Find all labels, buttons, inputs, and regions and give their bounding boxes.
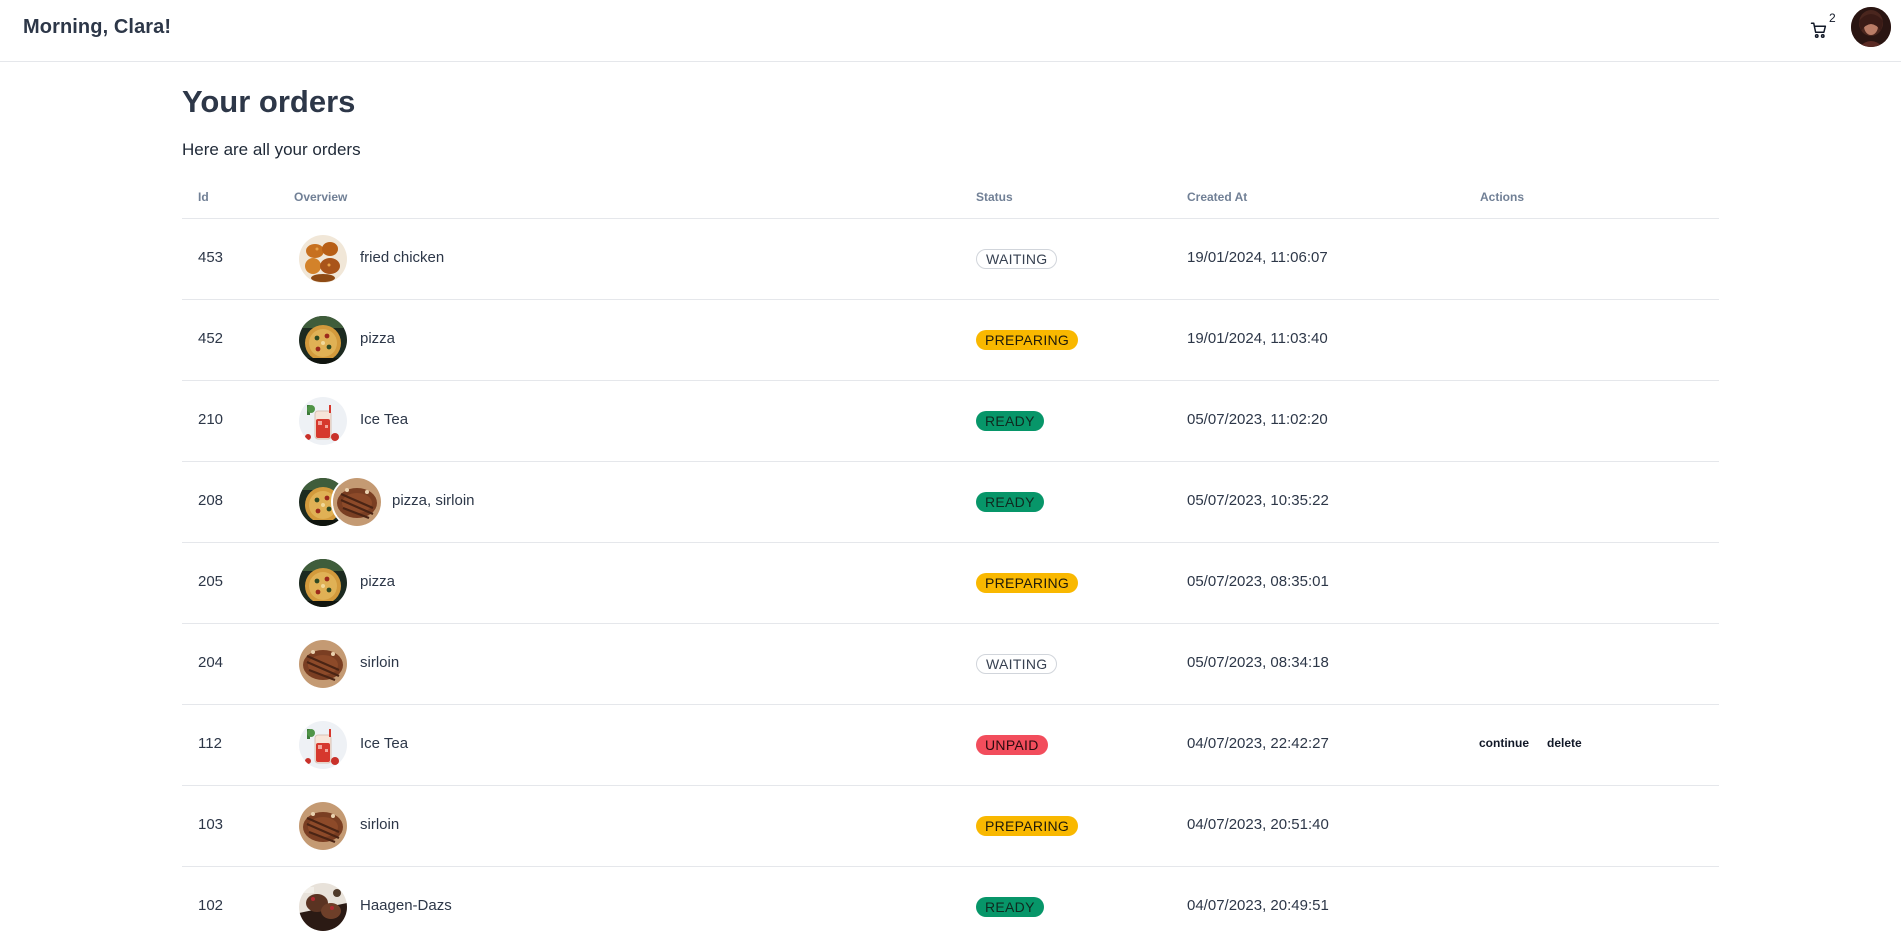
order-row[interactable]: 208 pizza, sirloin READY 05/07/2023, 10:35:… bbox=[182, 462, 1719, 543]
order-thumbnails bbox=[297, 395, 349, 447]
status-badge: PREPARING bbox=[976, 816, 1079, 836]
status-badge: READY bbox=[976, 492, 1044, 512]
status-badge: WAITING bbox=[976, 249, 1058, 269]
order-row[interactable]: 453 fried chicken WAITING 19/01/2024, 11:06… bbox=[182, 219, 1719, 300]
status-badge: PREPARING bbox=[976, 573, 1079, 593]
status-badge: READY bbox=[976, 411, 1044, 431]
order-row[interactable]: 204 sirloin WAITING 05/07/2023, 08:34:18 bbox=[182, 624, 1719, 705]
table-body: 453 fried chicken WAITING 19/01/2024, 11:06… bbox=[182, 219, 1719, 934]
top-navbar: Morning, Clara! 2 bbox=[0, 0, 1901, 62]
order-thumbnails bbox=[297, 638, 349, 690]
order-items: sirloin bbox=[360, 654, 400, 671]
order-thumbnails bbox=[297, 314, 349, 366]
created-at: 04/07/2023, 20:49:51 bbox=[1187, 897, 1329, 914]
created-at: 04/07/2023, 20:51:40 bbox=[1187, 816, 1329, 833]
order-items: pizza, sirloin bbox=[392, 492, 475, 509]
table-header: Id Overview Status Created At Actions bbox=[182, 180, 1719, 219]
order-thumbnails bbox=[297, 881, 349, 933]
user-avatar[interactable] bbox=[1851, 7, 1891, 47]
order-row[interactable]: 452 pizza PREPARING 19/01/2024, 11:03:40 bbox=[182, 300, 1719, 381]
status-badge: UNPAID bbox=[976, 735, 1048, 755]
orders-table: Id Overview Status Created At Actions 45… bbox=[182, 180, 1719, 934]
cart-button[interactable]: 2 bbox=[1808, 11, 1836, 43]
order-items: sirloin bbox=[360, 816, 400, 833]
column-header-created-at: Created At bbox=[1187, 190, 1248, 204]
cart-icon bbox=[1810, 22, 1827, 38]
column-header-actions: Actions bbox=[1480, 190, 1525, 204]
sirloin-thumbnail bbox=[331, 476, 383, 528]
order-id: 453 bbox=[198, 249, 224, 266]
row-actions: continue delete bbox=[1479, 736, 1582, 750]
created-at: 05/07/2023, 11:02:20 bbox=[1187, 411, 1328, 428]
cart-count-badge: 2 bbox=[1829, 11, 1836, 25]
icetea-thumbnail bbox=[297, 395, 349, 447]
order-row[interactable]: 205 pizza PREPARING 05/07/2023, 08:35:01 bbox=[182, 543, 1719, 624]
avatar-image bbox=[1851, 7, 1891, 47]
order-thumbnails bbox=[297, 800, 349, 852]
order-row[interactable]: 102 Haagen-Dazs READY 04/07/2023, 20:49:51 bbox=[182, 867, 1719, 934]
chicken-thumbnail bbox=[297, 233, 349, 285]
pizza-thumbnail bbox=[297, 557, 349, 609]
order-items: pizza bbox=[360, 330, 396, 347]
sirloin-thumbnail bbox=[297, 800, 349, 852]
created-at: 05/07/2023, 10:35:22 bbox=[1187, 492, 1329, 509]
order-row[interactable]: 103 sirloin PREPARING 04/07/2023, 20:51:40 bbox=[182, 786, 1719, 867]
order-items: Haagen-Dazs bbox=[360, 897, 452, 914]
pizza-thumbnail bbox=[297, 314, 349, 366]
order-id: 210 bbox=[198, 411, 224, 428]
created-at: 19/01/2024, 11:03:40 bbox=[1187, 330, 1328, 347]
greeting-title: Morning, Clara! bbox=[23, 16, 172, 38]
order-thumbnails bbox=[297, 557, 349, 609]
column-header-id: Id bbox=[198, 190, 209, 204]
order-id: 205 bbox=[198, 573, 224, 590]
continue-button[interactable]: continue bbox=[1479, 736, 1529, 750]
order-row[interactable]: 210 Ice Tea READY 05/07/2023, 11:02:20 bbox=[182, 381, 1719, 462]
order-thumbnails bbox=[297, 719, 349, 771]
order-items: fried chicken bbox=[360, 249, 445, 266]
status-badge: WAITING bbox=[976, 654, 1058, 674]
icetea-thumbnail bbox=[297, 719, 349, 771]
haagendazs-thumbnail bbox=[297, 881, 349, 933]
column-header-status: Status bbox=[976, 190, 1013, 204]
order-id: 112 bbox=[198, 735, 222, 752]
page-title: Your orders bbox=[182, 84, 356, 119]
created-at: 05/07/2023, 08:34:18 bbox=[1187, 654, 1329, 671]
order-thumbnails bbox=[297, 233, 349, 285]
order-id: 208 bbox=[198, 492, 224, 509]
order-items: Ice Tea bbox=[360, 735, 409, 752]
created-at: 04/07/2023, 22:42:27 bbox=[1187, 735, 1329, 752]
created-at: 19/01/2024, 11:06:07 bbox=[1187, 249, 1328, 266]
column-header-overview: Overview bbox=[294, 190, 348, 204]
status-badge: READY bbox=[976, 897, 1044, 917]
order-id: 102 bbox=[198, 897, 224, 914]
page-subtitle: Here are all your orders bbox=[182, 140, 361, 159]
status-badge: PREPARING bbox=[976, 330, 1079, 350]
order-items: pizza bbox=[360, 573, 396, 590]
delete-button[interactable]: delete bbox=[1547, 736, 1582, 750]
order-row[interactable]: 112 Ice Tea UNPAID 04/07/2023, 22:42:27 cont… bbox=[182, 705, 1719, 786]
sirloin-thumbnail bbox=[297, 638, 349, 690]
order-id: 204 bbox=[198, 654, 224, 671]
order-id: 452 bbox=[198, 330, 224, 347]
order-items: Ice Tea bbox=[360, 411, 409, 428]
order-id: 103 bbox=[198, 816, 224, 833]
created-at: 05/07/2023, 08:35:01 bbox=[1187, 573, 1329, 590]
order-thumbnails bbox=[297, 476, 383, 528]
